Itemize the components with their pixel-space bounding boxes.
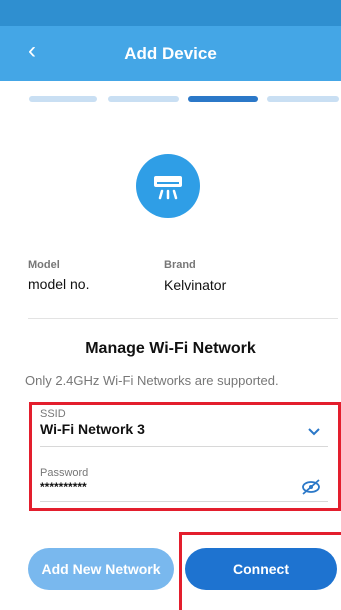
wifi-section-title: Manage Wi-Fi Network [85,340,256,357]
password-underline [40,501,328,502]
password-field[interactable]: ********** [40,480,87,494]
divider [28,318,338,319]
model-value: model no. [28,276,90,292]
brand-label: Brand [164,259,196,271]
ssid-label: SSID [40,408,66,420]
air-conditioner-icon [136,154,200,218]
ssid-select[interactable]: Wi-Fi Network 3 [40,421,145,437]
password-label: Password [40,467,89,479]
hidden-eye-icon[interactable] [300,478,322,501]
progress-step-4 [267,96,339,102]
progress-step-1 [29,96,97,102]
connect-button[interactable]: Connect [185,548,337,590]
add-new-network-button[interactable]: Add New Network [28,548,174,590]
wifi-credentials-highlight [29,402,341,511]
app-header: ‹ Add Device [0,26,341,81]
wifi-support-note: Only 2.4GHz Wi-Fi Networks are supported… [25,373,279,388]
ssid-underline [40,446,328,447]
model-label: Model [28,259,60,271]
page-title: Add Device [124,44,217,63]
progress-step-2 [108,96,179,102]
progress-step-3 [188,96,258,102]
brand-value: Kelvinator [164,277,227,293]
progress-steps [29,96,339,102]
chevron-down-icon[interactable] [307,425,321,440]
status-bar [0,0,341,26]
